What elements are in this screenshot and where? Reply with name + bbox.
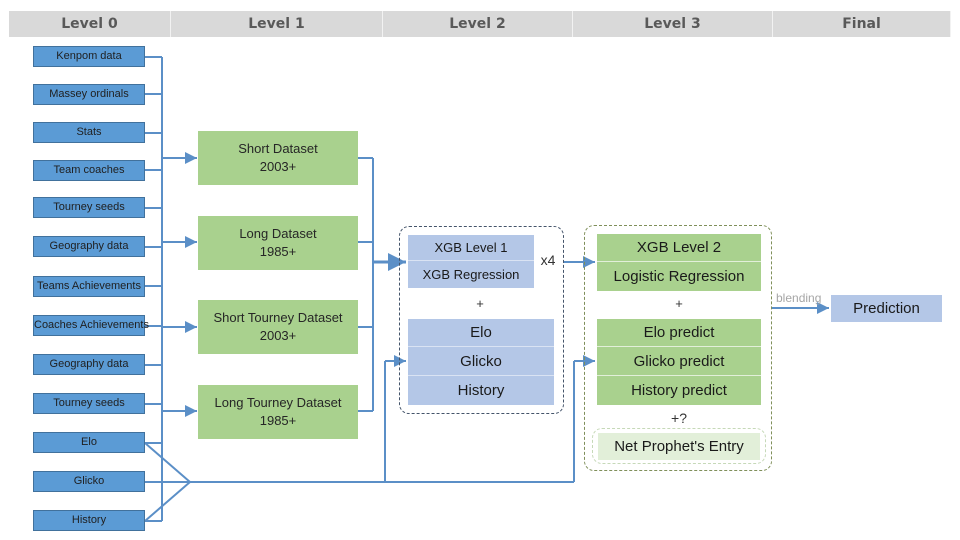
input-teams-achievements: Teams Achievements: [33, 276, 145, 297]
level2-multiplier: x4: [540, 252, 556, 268]
dataset-years: 2003+: [259, 159, 297, 174]
dataset-name: Short Dataset: [238, 141, 318, 156]
input-stats: Stats: [33, 122, 145, 143]
dataset-years: 1985+: [259, 413, 297, 428]
level3-plus: +: [675, 296, 683, 311]
elo-predict: Elo predict: [597, 319, 761, 347]
level2-plus: +: [476, 296, 484, 311]
input-coaches-achievements: Coaches Achievements: [33, 315, 149, 336]
input-tourney-seeds: Tourney seeds: [33, 197, 145, 218]
rating-glicko: Glicko: [408, 347, 554, 376]
input-team-coaches: Team coaches: [33, 160, 145, 181]
dataset-short: Short Dataset 2003+: [198, 131, 358, 185]
dataset-years: 1985+: [259, 244, 297, 259]
input-massey-ordinals: Massey ordinals: [33, 84, 145, 105]
dataset-long: Long Dataset 1985+: [198, 216, 358, 270]
input-geography-data: Geography data: [33, 236, 145, 257]
rating-history: History: [408, 376, 554, 405]
dataset-long-tourney: Long Tourney Dataset 1985+: [198, 385, 358, 439]
input-elo: Elo: [33, 432, 145, 453]
blending-label: blending: [776, 291, 822, 305]
dataset-name: Long Tourney Dataset: [214, 395, 342, 410]
xgb-level2: XGB Level 2: [597, 234, 761, 262]
xgb-level1: XGB Level 1: [408, 235, 534, 261]
input-history: History: [33, 510, 145, 531]
logistic-regression: Logistic Regression: [597, 262, 761, 291]
dataset-name: Short Tourney Dataset: [213, 310, 343, 325]
rating-elo: Elo: [408, 319, 554, 347]
dataset-short-tourney: Short Tourney Dataset 2003+: [198, 300, 358, 354]
level3-optional-plus: +?: [671, 410, 687, 426]
glicko-predict: Glicko predict: [597, 347, 761, 376]
net-prophet-entry: Net Prophet's Entry: [598, 433, 760, 460]
input-geography-data-2: Geography data: [33, 354, 145, 375]
input-kenpom-data: Kenpom data: [33, 46, 145, 67]
xgb-regression: XGB Regression: [408, 261, 534, 288]
history-predict: History predict: [597, 376, 761, 405]
input-glicko: Glicko: [33, 471, 145, 492]
input-tourney-seeds-2: Tourney seeds: [33, 393, 145, 414]
prediction-output: Prediction: [831, 295, 942, 322]
dataset-name: Long Dataset: [239, 226, 317, 241]
dataset-years: 2003+: [259, 328, 297, 343]
